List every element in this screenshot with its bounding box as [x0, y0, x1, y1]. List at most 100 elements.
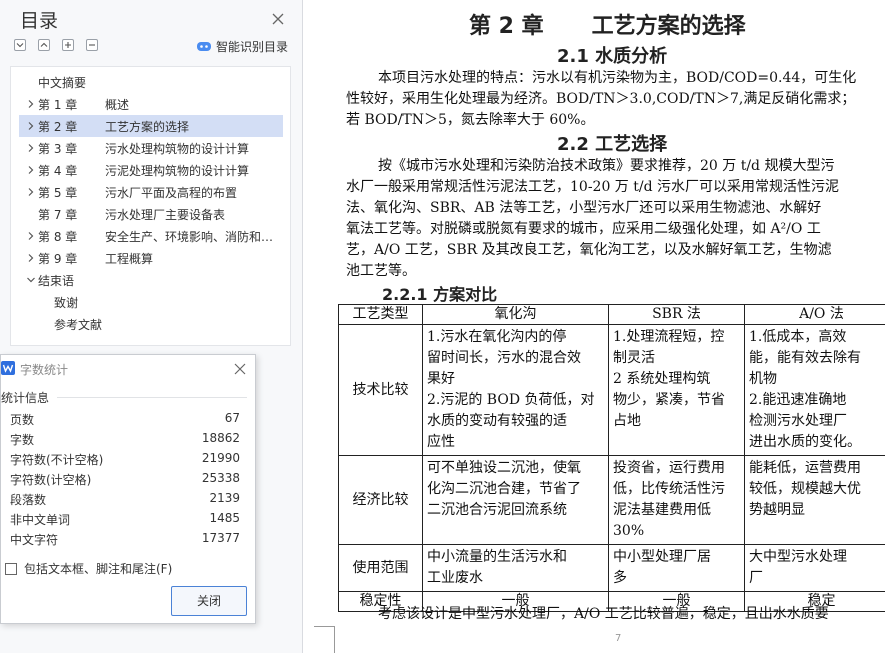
toc-item[interactable]: 致谢	[11, 291, 283, 313]
stat-value: 2139	[209, 491, 240, 505]
minus-icon	[89, 44, 95, 46]
toc-item[interactable]: 第 9 章 工程概算	[11, 247, 283, 269]
toc-item[interactable]: 第 3 章 污水处理构筑物的设计计算	[11, 137, 283, 159]
robot-icon	[196, 40, 212, 52]
stat-label: 非中文单词	[10, 513, 71, 527]
paragraph-line: 氧法工艺等。对脱磷或脱氮有要求的城市，应采用二级强化处理，如 A²/O 工	[346, 221, 821, 237]
cell-line: 物少，紧凑，节省	[613, 392, 725, 408]
toc-item[interactable]: 第 8 章 安全生产、环境影响、消防和…	[11, 225, 283, 247]
smart-toc-label: 智能识别目录	[216, 39, 289, 54]
cell-line: 1.低成本，高效	[749, 329, 847, 345]
close-icon[interactable]	[271, 12, 285, 26]
toc-item-label: 第 7 章	[38, 208, 78, 222]
toc-title: 目录	[20, 10, 59, 32]
row-label-cell: 技术比较	[338, 324, 423, 456]
paragraph-line: 本项目污水处理的特点：污水以有机污染物为主，BOD/COD=0.44，可生化	[378, 70, 857, 86]
paragraph-line: 艺，A/O 工艺，SBR 及其改良工艺，氧化沟工艺，以及水解好氧工艺，生物滤	[346, 242, 832, 258]
toc-item[interactable]: 第 5 章 污水厂平面及高程的布置	[11, 181, 283, 203]
toc-item-title: 污水处理厂主要设备表	[105, 208, 226, 222]
collapse-all-button[interactable]	[14, 39, 26, 51]
toc-item-label: 第 5 章	[38, 186, 78, 200]
section-heading: 统计信息	[1, 391, 50, 405]
wps-logo-icon	[1, 361, 15, 375]
add-heading-button[interactable]	[62, 39, 74, 51]
cell-line: 占地	[613, 413, 641, 429]
paragraph-line: 按《城市污水处理和污染防治技术政策》要求推荐，20 万 t/d 规模大型污	[378, 158, 835, 174]
cell-line: 能耗低，运营费用	[749, 460, 861, 476]
stat-label: 页数	[10, 413, 35, 427]
toc-item[interactable]: 第 1 章 概述	[11, 93, 283, 115]
close-button[interactable]: 关闭	[171, 586, 247, 616]
chapter-number: 第 2 章	[469, 14, 544, 39]
remove-heading-button[interactable]	[86, 39, 98, 51]
cell-line: 二沉池合污泥回流系统	[427, 502, 567, 518]
include-textbox-checkbox[interactable]: 包括文本框、脚注和尾注(F)	[5, 560, 172, 577]
cell-line: 中小型处理厂居	[613, 549, 711, 565]
toc-item[interactable]: 参考文献	[11, 313, 283, 335]
toc-item-label: 致谢	[54, 296, 79, 310]
stat-label: 字数	[10, 433, 35, 447]
dialog-titlebar[interactable]: 字数统计	[1, 355, 255, 383]
page-number: 7	[615, 633, 622, 644]
table-cell: 中小流量的生活污水和 工业废水	[422, 544, 609, 592]
stat-label: 字符数(不计空格)	[10, 453, 104, 467]
chevron-right-icon[interactable]	[26, 252, 36, 264]
cell-line: 化沟二沉池合建，节省了	[427, 481, 581, 497]
cell-line: 可不单独设二沉池，使氧	[427, 460, 581, 476]
expand-all-button[interactable]	[38, 39, 50, 51]
stat-value: 67	[224, 411, 240, 425]
checkbox-box[interactable]	[5, 562, 17, 575]
toc-item-label: 结束语	[38, 274, 75, 288]
cell-line: 中小流量的生活污水和	[427, 549, 567, 565]
crop-mark	[334, 626, 335, 653]
cell-line: 泥法基建费用低	[613, 502, 711, 518]
chevron-right-icon[interactable]	[26, 230, 36, 242]
smart-toc-button[interactable]: 智能识别目录	[196, 38, 288, 54]
chevron-right-icon[interactable]	[26, 120, 36, 132]
toc-item-label: 第 2 章	[38, 120, 78, 134]
section-heading-2-2: 2.2 工艺选择	[557, 134, 668, 155]
cell-line: 投资省，运行费用	[613, 460, 725, 476]
toc-item-title: 污水处理构筑物的设计计算	[105, 142, 250, 156]
document-page[interactable]: 第 2 章 工艺方案的选择 2.1 水质分析 本项目污水处理的特点：污水以有机污染…	[304, 0, 885, 653]
table-cell: 1.处理流程短，控 制灵活 2 系统处理构筑 物少，紧凑，节省 占地	[608, 324, 745, 456]
stat-label: 中文字符	[10, 533, 59, 547]
cell-line: 应性	[427, 434, 455, 450]
cell-line: 检测污水处理厂	[749, 413, 847, 429]
close-icon[interactable]	[234, 363, 246, 375]
stat-value: 21990	[201, 451, 240, 465]
table-cell: 能耗低，运营费用 较低，规模越大优 势越明显	[744, 455, 885, 545]
subsection-heading-2-2-1: 2.2.1 方案对比	[382, 285, 498, 304]
stat-row: 字符数(不计空格) 21990	[10, 449, 240, 469]
toc-item-title: 污泥处理构筑物的设计计算	[105, 164, 250, 178]
toc-item[interactable]: 中文摘要	[11, 71, 283, 93]
chevron-down-icon	[16, 43, 24, 48]
table-header-cell: A/O 法	[744, 304, 885, 325]
chevron-down-icon[interactable]	[26, 274, 36, 286]
paragraph-line: 若 BOD/TN＞5，氮去除率大于 60%。	[346, 112, 595, 128]
table-cell: 中小型处理厂居 多	[608, 544, 745, 592]
paragraph-line: 考虑该设计是中型污水处理厂，A/O 工艺比较普遍，稳定，且出水水质要	[378, 606, 829, 622]
cell-line: 厂	[749, 570, 763, 586]
cell-line: 较低，规模越大优	[749, 481, 861, 497]
stat-row: 页数 67	[10, 409, 240, 429]
toc-item-title: 工程概算	[105, 252, 154, 266]
chevron-right-icon[interactable]	[26, 142, 36, 154]
cell-line: 低，比传统活性污	[613, 481, 725, 497]
toc-item[interactable]: 第 2 章 工艺方案的选择	[19, 115, 283, 137]
stat-row: 字符数(计空格) 25338	[10, 469, 240, 489]
toc-item[interactable]: 第 7 章 污水处理厂主要设备表	[11, 203, 283, 225]
toc-item[interactable]: 第 4 章 污泥处理构筑物的设计计算	[11, 159, 283, 181]
toc-item[interactable]: 结束语	[11, 269, 283, 291]
chevron-right-icon[interactable]	[26, 164, 36, 176]
table-row: 经济比较 可不单独设二沉池，使氧 化沟二沉池合建，节省了 二沉池合污泥回流系统 …	[338, 455, 885, 545]
table-cell: 投资省，运行费用 低，比传统活性污 泥法基建费用低 30%	[608, 455, 745, 545]
stat-row: 中文字符 17377	[10, 529, 240, 549]
checkbox-label: 包括文本框、脚注和尾注(F)	[24, 562, 173, 576]
cell-line: 能，能有效去除有	[749, 350, 861, 366]
comparison-table: 工艺类型 氧化沟 SBR 法 A/O 法 技术比较 1.污水在氧化沟内的停 留时…	[338, 304, 885, 612]
cell-line: 多	[613, 570, 627, 586]
row-label-cell: 经济比较	[338, 455, 423, 545]
chevron-right-icon[interactable]	[26, 186, 36, 198]
chevron-right-icon[interactable]	[26, 98, 36, 110]
